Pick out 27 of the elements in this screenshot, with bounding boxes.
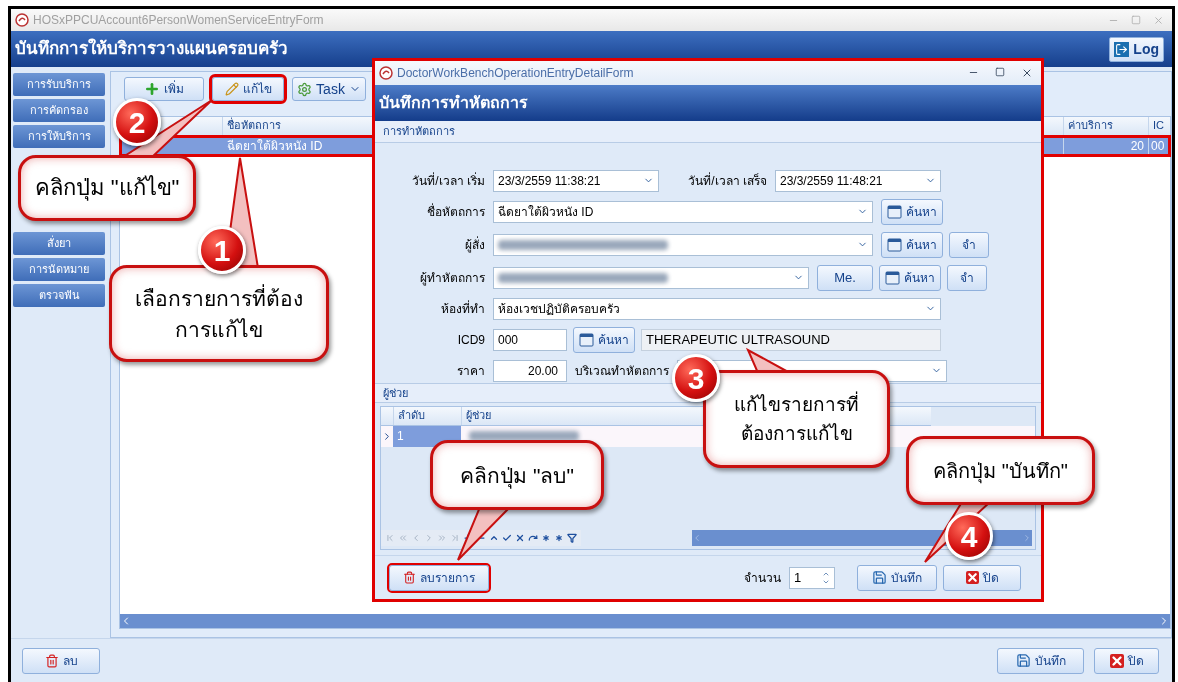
form-heading: บันทึกการให้บริการวางแผนครอบครัว: [15, 37, 288, 61]
icd9-description-field: THERAPEUTIC ULTRASOUND: [641, 328, 941, 351]
table-cell-text: ฉีดยาใต้ผิวหนัง ID: [226, 138, 324, 155]
field-label: ICD9: [456, 331, 486, 349]
callout-text: การแก้ไข: [175, 318, 263, 340]
field-label: ห้องที่ทำ: [440, 299, 486, 318]
callout-text: ต้องการแก้ไข: [740, 424, 853, 443]
field-label: ผู้ทำหัตถการ: [419, 269, 486, 287]
quantity-label: จำนวน: [744, 569, 781, 587]
window-title: HOSxPPCUAccount6PersonWomenServiceEntryForm: [33, 12, 324, 29]
field-value: ห้องเวชปฏิบัติครอบครัว: [498, 300, 620, 318]
table-cell: 00: [1148, 137, 1170, 155]
field-label: วันที่/เวลา เสร็จ: [687, 171, 768, 190]
field-value: 23/3/2559 11:48:21: [780, 172, 883, 190]
window-title: DoctorWorkBenchOperationEntryDetailForm: [397, 64, 634, 82]
field-value: 23/3/2559 11:38:21: [498, 172, 601, 190]
section-title: การทำหัตถการ: [383, 123, 455, 139]
field-label: วันที่/เวลา เริ่ม: [411, 171, 486, 190]
field-value: ฉีดยาใต้ผิวหนัง ID: [498, 203, 594, 221]
field-label: บริเวณทำหัตถการ: [574, 362, 670, 380]
field-label: ชื่อหัตถการ: [426, 202, 486, 221]
section-title: ผู้ช่วย: [383, 385, 408, 402]
field-label: ราคา: [456, 362, 486, 380]
table-cell: 20: [1063, 137, 1148, 155]
callout-text: คลิกปุ่ม "แก้ไข": [34, 177, 180, 199]
form-heading: บันทึกการทำหัตถการ: [379, 92, 528, 113]
field-label: ผู้สั่ง: [464, 235, 486, 254]
